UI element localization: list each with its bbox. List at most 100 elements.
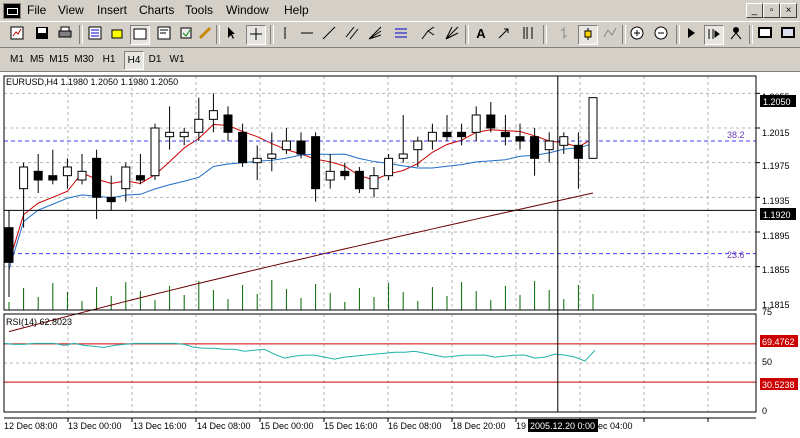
timeframe-m1[interactable]: M1	[8, 51, 26, 68]
timeframe-w1[interactable]: W1	[166, 51, 188, 68]
menu-window[interactable]: Window	[226, 3, 269, 17]
channel-icon[interactable]	[343, 25, 361, 43]
gann-fan-icon[interactable]	[366, 25, 384, 43]
terminal-window-icon[interactable]	[756, 25, 774, 43]
line-price-label: 1.1920	[763, 210, 791, 220]
text-icon[interactable]: A	[472, 25, 490, 43]
time-label: 13 Dec 00:00	[68, 421, 122, 431]
toolbar-separator	[465, 25, 469, 44]
candlestick-icon[interactable]	[578, 25, 598, 45]
andrews-pitchfork-icon[interactable]	[419, 25, 437, 43]
restore-button[interactable]: ▫	[763, 3, 780, 18]
timeframe-m30[interactable]: M30	[73, 51, 95, 68]
timeframe-d1[interactable]: D1	[146, 51, 164, 68]
timeframe-h4[interactable]: H4	[124, 51, 144, 70]
candle-body	[471, 114, 481, 133]
save-icon[interactable]	[33, 25, 51, 43]
candle-body	[311, 136, 321, 190]
arrow-icon[interactable]	[495, 25, 513, 43]
fibonacci-levels	[4, 140, 756, 255]
candle-body	[33, 170, 43, 181]
time-label: 18 Dec 20:00	[452, 421, 506, 431]
candle-body	[4, 227, 14, 263]
chart-canvas[interactable]: EURUSD,H4 1.1980 1.2050 1.1980 1.2050 RS…	[0, 72, 800, 438]
fib-level-label: 38.2	[727, 130, 745, 140]
candle-body	[573, 144, 583, 159]
trendline-icon[interactable]	[320, 25, 338, 43]
timeframe-m15[interactable]: M15	[48, 51, 70, 68]
candle-body	[106, 196, 116, 203]
data-window-icon[interactable]	[130, 25, 150, 45]
zoom-out-icon[interactable]	[652, 25, 670, 43]
timeframe-h1[interactable]: H1	[98, 51, 120, 68]
candle-body	[486, 114, 496, 129]
time-label: 14 Dec 08:00	[197, 421, 251, 431]
candle-body	[92, 157, 102, 198]
candle-body	[544, 140, 554, 151]
vertical-line-icon[interactable]	[276, 25, 294, 43]
chart-grid	[4, 76, 756, 412]
app-icon	[3, 3, 21, 19]
line-chart-icon[interactable]	[601, 25, 619, 43]
time-label: 12 Dec 08:00	[4, 421, 58, 431]
menu-insert[interactable]: Insert	[97, 3, 127, 17]
time-label: 15 Dec 16:00	[324, 421, 378, 431]
bar-chart-icon[interactable]	[555, 25, 573, 43]
toolbar-separator	[676, 25, 680, 44]
properties-icon[interactable]	[177, 25, 195, 43]
expert-icon[interactable]	[196, 25, 214, 43]
current-price-label: 1.2050	[763, 97, 791, 107]
symbol-header: EURUSD,H4 1.1980 1.2050 1.1980 1.2050	[6, 77, 178, 87]
chart-window[interactable]: EURUSD,H4 1.1980 1.2050 1.1980 1.2050 RS…	[0, 71, 800, 438]
menu-view[interactable]: View	[58, 3, 84, 17]
menu-file[interactable]: File	[27, 3, 46, 17]
crosshair-icon[interactable]	[246, 25, 266, 45]
terminal-icon[interactable]	[155, 25, 173, 43]
fibo-fan-icon[interactable]	[443, 25, 461, 43]
candle-body	[325, 170, 335, 181]
cycle-lines-icon[interactable]	[519, 25, 537, 43]
tester-window-icon[interactable]	[779, 25, 797, 43]
candle-body	[208, 110, 218, 120]
new-chart-icon[interactable]	[8, 25, 26, 43]
toolbar-separator	[622, 25, 626, 44]
rsi-frame	[3, 313, 757, 413]
close-button[interactable]: ×	[780, 3, 797, 18]
toolbar-separator	[543, 25, 547, 44]
menu-tools[interactable]: Tools	[185, 3, 213, 17]
candle-body	[19, 166, 29, 190]
auto-scroll-icon[interactable]	[682, 25, 700, 43]
time-label: 13 Dec 16:00	[133, 421, 187, 431]
navigator-icon[interactable]	[108, 25, 126, 43]
candle-body	[223, 114, 233, 133]
candle-body	[77, 170, 87, 181]
menu-bar: File View Insert Charts Tools Window Hel…	[0, 0, 800, 21]
horizontal-line-icon[interactable]	[298, 25, 316, 43]
price-label: 1.1975	[762, 161, 790, 171]
rsi-low-level-label: 30.5238	[762, 380, 795, 390]
crosshair-time-label: 2005.12.20 0:00	[530, 421, 595, 431]
chart-shift-icon[interactable]	[704, 25, 724, 45]
expert-advisors-icon[interactable]	[727, 25, 745, 43]
menu-charts[interactable]: Charts	[139, 3, 174, 17]
candle-body	[384, 157, 394, 177]
timeframe-m5[interactable]: M5	[28, 51, 46, 68]
rsi-header: RSI(14) 62.8023	[6, 317, 72, 327]
candle-body	[413, 140, 423, 151]
timeframe-toolbar: M1 M5 M15 M30 H1 H4 D1 W1	[0, 48, 800, 71]
rsi-high-level-label: 69.4762	[762, 337, 795, 347]
candle-body	[442, 131, 452, 138]
print-icon[interactable]	[56, 25, 74, 43]
zoom-in-icon[interactable]	[628, 25, 646, 43]
candle-body	[62, 166, 72, 177]
fibonacci-icon[interactable]	[392, 25, 410, 43]
candle-body	[150, 127, 160, 177]
cursor-icon[interactable]	[222, 25, 240, 43]
menu-help[interactable]: Help	[284, 3, 309, 17]
minimize-button[interactable]: _	[746, 3, 763, 18]
toolbar-separator	[216, 25, 220, 44]
rsi-subwindow	[3, 342, 756, 383]
toolbar-separator	[749, 25, 753, 44]
time-label: 15 Dec 00:00	[260, 421, 314, 431]
market-watch-icon[interactable]	[86, 25, 104, 43]
